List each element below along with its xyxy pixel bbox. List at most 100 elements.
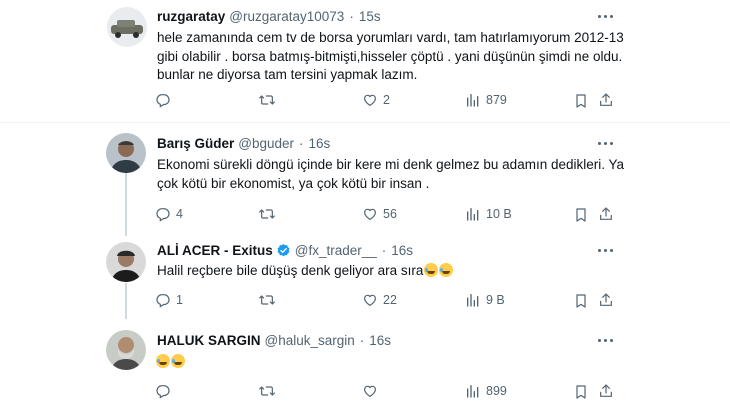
display-name[interactable]: HALUK SARGIN bbox=[157, 333, 261, 348]
tears-of-joy-emoji bbox=[156, 354, 170, 368]
bookmark-button[interactable] bbox=[574, 207, 588, 223]
timestamp[interactable]: 16s bbox=[309, 136, 331, 151]
reply-button[interactable] bbox=[155, 383, 176, 399]
more-icon[interactable] bbox=[597, 134, 615, 152]
avatar[interactable] bbox=[106, 133, 146, 173]
share-icon bbox=[600, 384, 612, 397]
share-icon bbox=[600, 207, 612, 220]
user-handle[interactable]: @bguder bbox=[238, 136, 294, 151]
heart-icon bbox=[364, 385, 376, 397]
timestamp[interactable]: 15s bbox=[359, 9, 381, 24]
view-count: 10 B bbox=[486, 207, 512, 221]
retweet-icon bbox=[259, 209, 275, 219]
tweet-text: Halil reçbere bile düşüş denk geliyor ar… bbox=[157, 262, 627, 281]
like-count: 22 bbox=[383, 293, 397, 307]
user-handle[interactable]: @fx_trader__ bbox=[295, 243, 377, 258]
tweet[interactable]: Barış Güder @bguder · 16s Ekonomi sürekl… bbox=[0, 123, 730, 235]
reply-icon bbox=[156, 385, 170, 399]
user-handle[interactable]: @haluk_sargin bbox=[265, 333, 355, 348]
reply-count: 1 bbox=[176, 293, 183, 307]
reply-button[interactable]: 4 bbox=[155, 206, 183, 222]
avatar[interactable] bbox=[106, 330, 146, 370]
reply-icon bbox=[156, 94, 170, 108]
more-icon[interactable] bbox=[597, 241, 615, 259]
views-icon bbox=[467, 385, 479, 398]
car-avatar-image bbox=[107, 7, 147, 47]
display-name[interactable]: ruzgaratay bbox=[157, 9, 225, 24]
more-icon[interactable] bbox=[597, 331, 615, 349]
avatar[interactable] bbox=[106, 242, 146, 282]
heart-icon bbox=[364, 94, 376, 106]
view-count: 9 B bbox=[486, 293, 505, 307]
bookmark-button[interactable] bbox=[574, 93, 588, 109]
person-avatar-image bbox=[106, 242, 146, 282]
views-button[interactable]: 9 B bbox=[465, 292, 505, 308]
reply-icon bbox=[156, 294, 170, 308]
heart-icon bbox=[364, 294, 376, 306]
like-count: 2 bbox=[383, 93, 390, 107]
views-button[interactable]: 899 bbox=[465, 383, 507, 399]
bookmark-button[interactable] bbox=[574, 384, 588, 400]
bookmark-button[interactable] bbox=[574, 293, 588, 309]
reply-button[interactable] bbox=[155, 92, 176, 108]
view-count: 879 bbox=[486, 93, 507, 107]
retweet-button[interactable] bbox=[258, 92, 281, 108]
reply-icon bbox=[156, 208, 170, 222]
retweet-icon bbox=[259, 295, 275, 305]
views-button[interactable]: 879 bbox=[465, 92, 507, 108]
tweet-text bbox=[155, 353, 625, 372]
share-button[interactable] bbox=[598, 92, 614, 108]
person-avatar-image bbox=[106, 133, 146, 173]
user-handle[interactable]: @ruzgaratay10073 bbox=[229, 9, 344, 24]
tweet-text: hele zamanında cem tv de borsa yorumları… bbox=[157, 30, 624, 82]
views-icon bbox=[467, 294, 479, 307]
timestamp[interactable]: 16s bbox=[369, 333, 391, 348]
display-name[interactable]: ALİ ACER - Exitus bbox=[157, 243, 273, 258]
verified-badge-icon bbox=[277, 243, 290, 257]
action-bar: 899 bbox=[155, 383, 615, 403]
tweet[interactable]: ALİ ACER - Exitus @fx_trader__ · 16s Hal… bbox=[0, 236, 730, 318]
like-count: 56 bbox=[383, 207, 397, 221]
separator-dot: · bbox=[359, 333, 365, 348]
tweet[interactable]: HALUK SARGIN @haluk_sargin · 16s 899 bbox=[0, 320, 730, 420]
share-button[interactable] bbox=[598, 292, 614, 308]
bookmark-icon bbox=[576, 94, 586, 108]
tweet-text: Ekonomi sürekli döngü içinde bir kere mi… bbox=[157, 157, 624, 191]
like-button[interactable] bbox=[362, 383, 383, 399]
share-button[interactable] bbox=[598, 206, 614, 222]
tears-of-joy-emoji bbox=[439, 263, 454, 277]
retweet-button[interactable] bbox=[258, 292, 281, 308]
like-button[interactable]: 2 bbox=[362, 92, 390, 108]
tweet-header: ruzgaratay @ruzgaratay10073 · 15s bbox=[157, 9, 381, 24]
share-icon bbox=[600, 93, 612, 106]
bookmark-icon bbox=[576, 208, 586, 222]
view-count: 899 bbox=[486, 384, 507, 398]
reply-button[interactable]: 1 bbox=[155, 292, 183, 308]
bookmark-icon bbox=[576, 294, 586, 308]
reply-count: 4 bbox=[176, 207, 183, 221]
separator-dot: · bbox=[349, 9, 354, 24]
like-button[interactable]: 56 bbox=[362, 206, 397, 222]
timestamp[interactable]: 16s bbox=[391, 243, 413, 258]
retweet-icon bbox=[259, 386, 275, 396]
tweet-header: HALUK SARGIN @haluk_sargin · 16s bbox=[157, 333, 391, 348]
action-bar: 4 56 10 B bbox=[155, 206, 615, 226]
retweet-button[interactable] bbox=[258, 206, 281, 222]
tweet-text-content: Halil reçbere bile düşüş denk geliyor ar… bbox=[157, 263, 424, 278]
display-name[interactable]: Barış Güder bbox=[157, 136, 234, 151]
bearded-person-avatar-image bbox=[106, 330, 146, 370]
share-button[interactable] bbox=[598, 383, 614, 399]
action-bar: 2 879 bbox=[155, 92, 615, 112]
tweet-header: Barış Güder @bguder · 16s bbox=[157, 136, 330, 151]
retweet-button[interactable] bbox=[258, 383, 281, 399]
tears-of-joy-emoji bbox=[171, 354, 185, 368]
more-icon[interactable] bbox=[597, 7, 615, 25]
views-button[interactable]: 10 B bbox=[465, 206, 512, 222]
heart-icon bbox=[364, 208, 376, 220]
tweet[interactable]: ruzgaratay @ruzgaratay10073 · 15s hele z… bbox=[0, 0, 730, 120]
views-icon bbox=[467, 208, 479, 221]
bookmark-icon bbox=[576, 385, 586, 399]
separator-dot: · bbox=[381, 243, 387, 258]
like-button[interactable]: 22 bbox=[362, 292, 397, 308]
avatar[interactable] bbox=[107, 7, 147, 47]
